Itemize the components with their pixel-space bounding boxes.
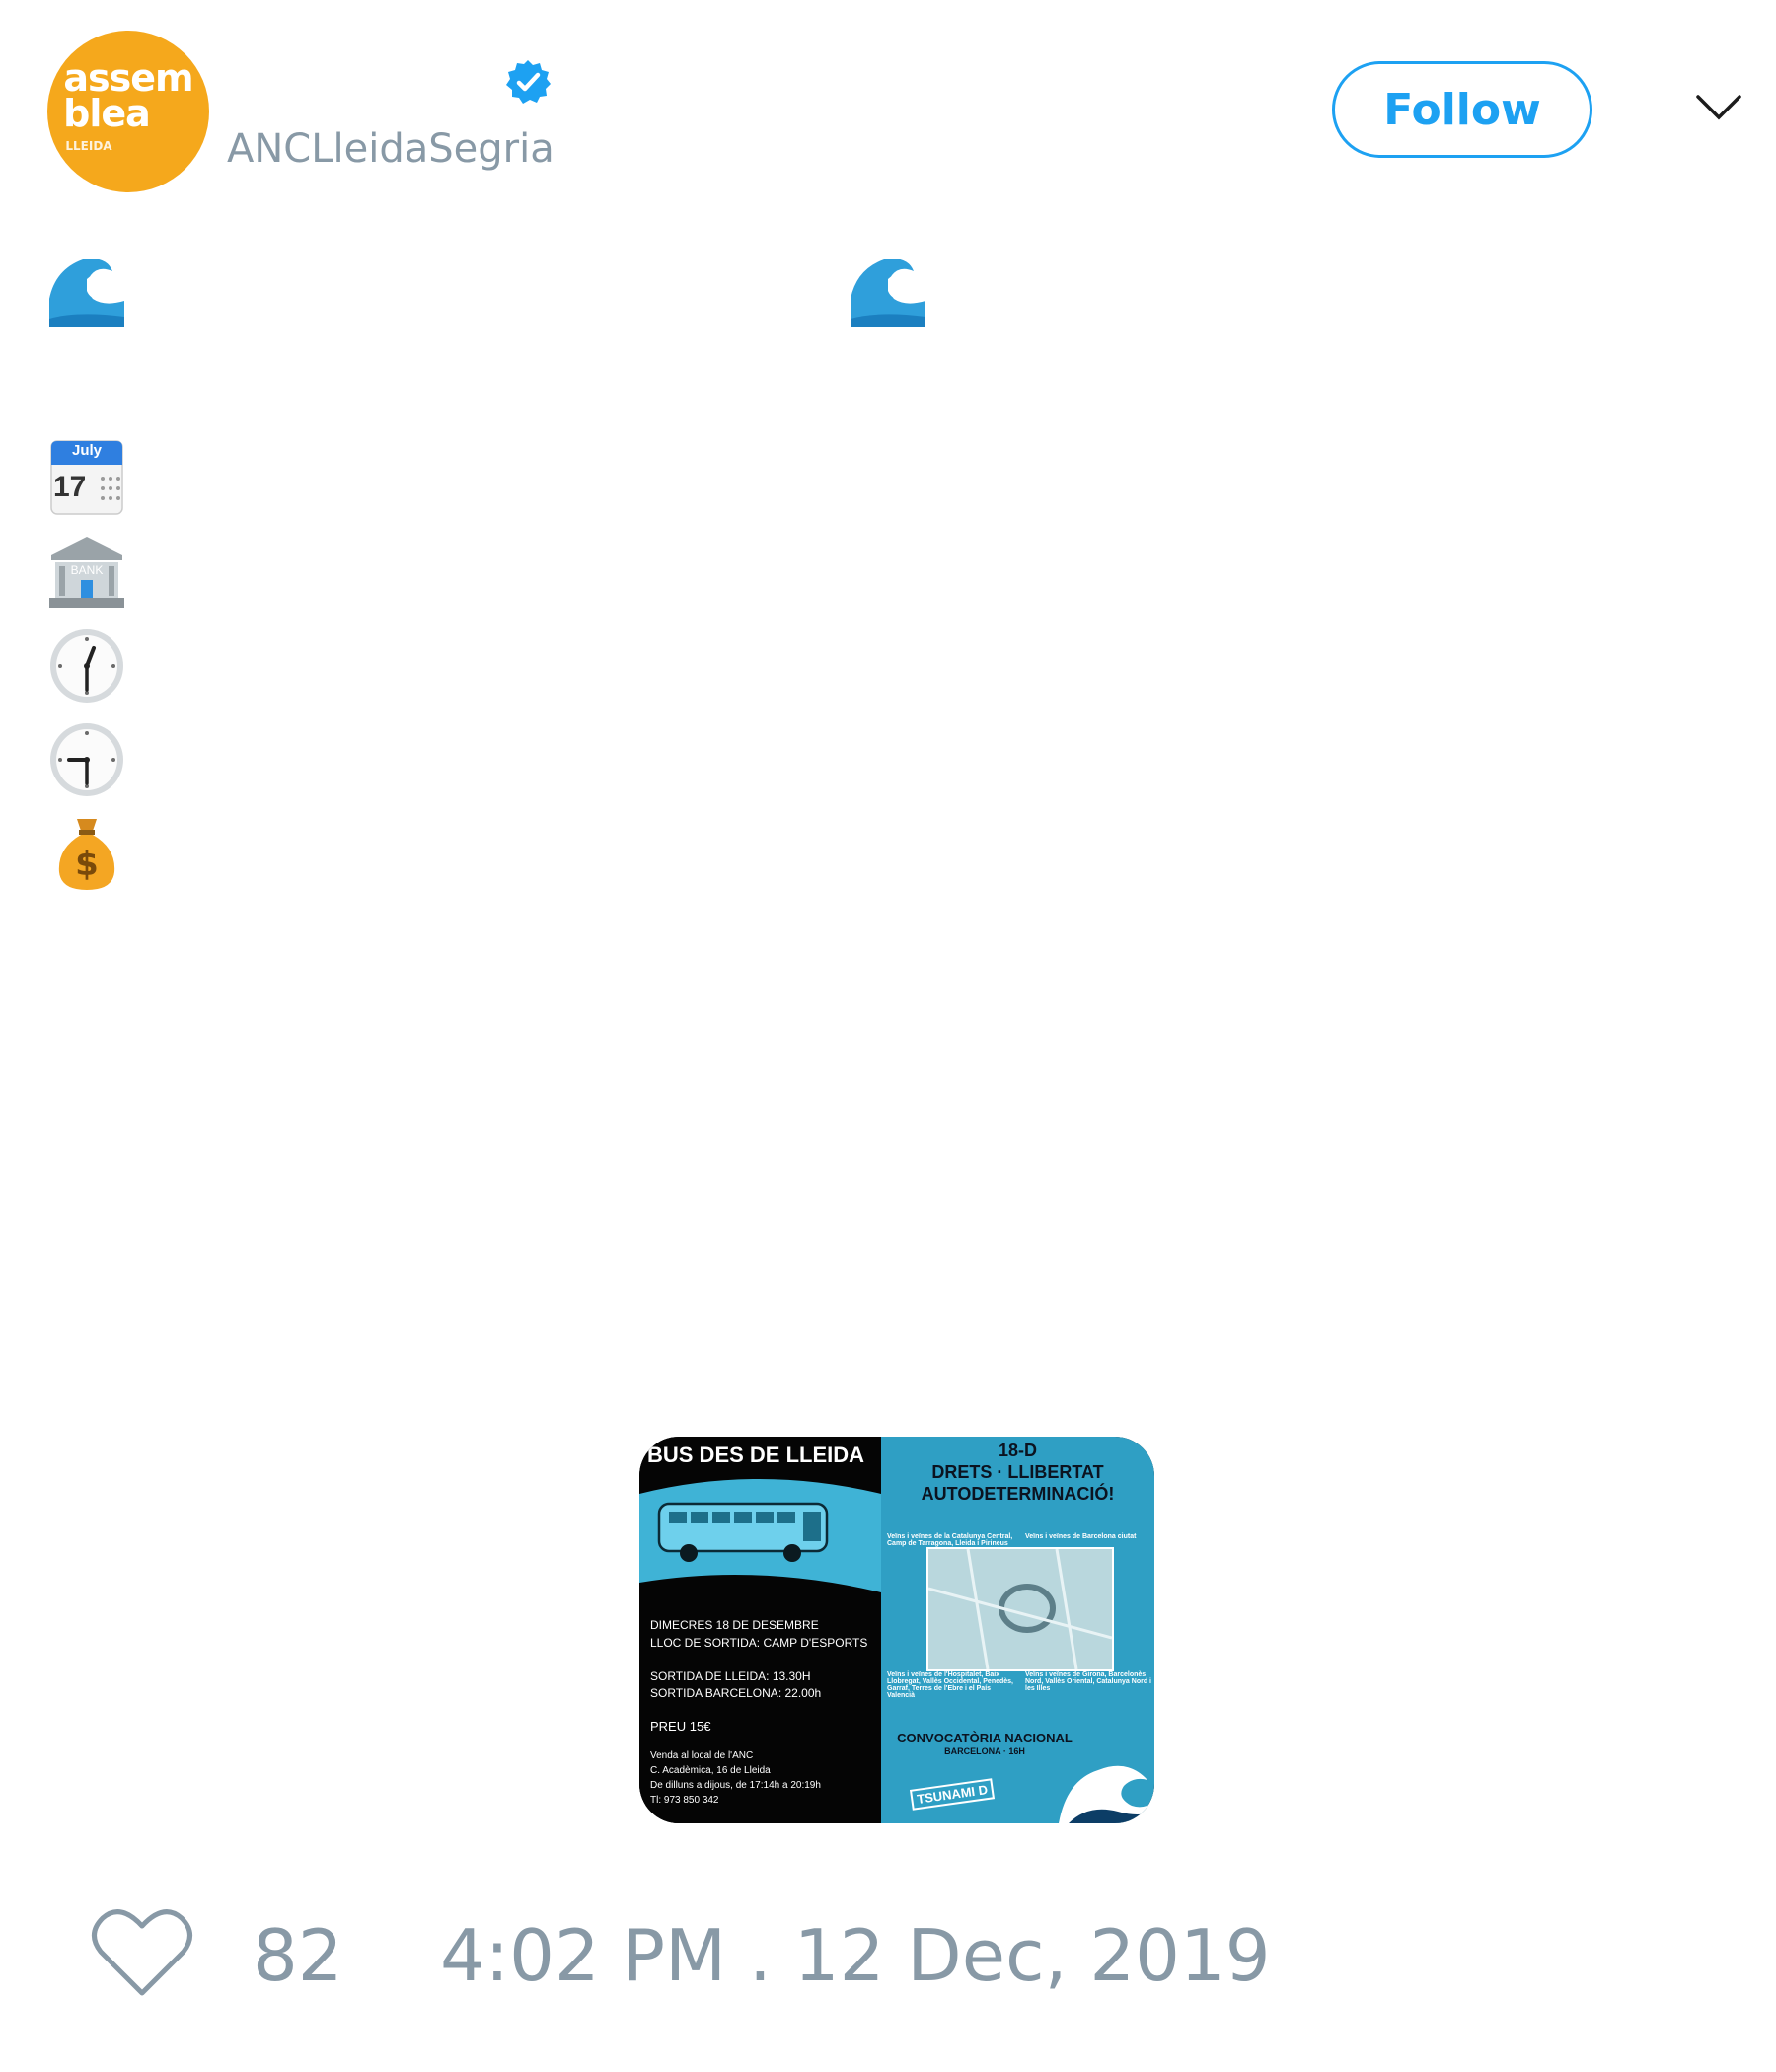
clock-nine-thirty-icon (50, 723, 123, 796)
poster-date: DIMECRES 18 DE DESEMBRE (650, 1618, 819, 1632)
route-map (926, 1547, 1114, 1671)
poster-convocatoria: CONVOCATÒRIA NACIONAL (897, 1731, 1073, 1745)
poster-hours: De dilluns a dijous, de 17:14h a 20:19h (650, 1780, 821, 1791)
poster-left-panel: BUS DES DE LLEIDA DIMECRES 18 DE DESEMBR… (639, 1437, 881, 1823)
tweet-media-image[interactable]: BUS DES DE LLEIDA DIMECRES 18 DE DESEMBR… (639, 1437, 1154, 1823)
poster-headline-1: DRETS · LLIBERTAT (931, 1462, 1104, 1482)
route-note-2: Veïns i veïnes de Barcelona ciutat (1025, 1533, 1137, 1540)
poster-right-panel: 18-D DRETS · LLIBERTAT AUTODETERMINACIÓ!… (881, 1437, 1154, 1823)
verified-badge-icon (506, 60, 551, 104)
route-map-graphic (927, 1548, 1113, 1670)
route-note-1: Veïns i veïnes de la Catalunya Central, … (887, 1533, 1013, 1547)
poster-headline-2: AUTODETERMINACIÓ! (921, 1484, 1115, 1504)
poster-convocatoria-sub: BARCELONA · 16H (944, 1746, 1025, 1756)
tweet-card: assem blea LLEIDA ANCLleidaSegria Follow (0, 0, 1776, 2072)
route-note-3: Veïns i veïnes de l'Hospitalet, Baix Llo… (887, 1671, 1013, 1699)
author-handle[interactable]: ANCLleidaSegria (227, 126, 555, 172)
avatar-logo-line-3: LLEIDA (65, 139, 112, 153)
water-wave-icon (49, 252, 124, 327)
calendar-day: 17 (53, 471, 87, 503)
route-note-4: Veïns i veïnes de Girona, Barcelonès Nor… (1025, 1671, 1151, 1692)
bank-label: BANK (70, 563, 104, 577)
avatar[interactable]: assem blea LLEIDA (47, 31, 209, 192)
clock-one-thirty-icon (50, 629, 123, 703)
bank-icon: BANK (47, 533, 126, 612)
poster-sales-point: Venda al local de l'ANC (650, 1750, 754, 1761)
money-bag-icon: $ (47, 815, 126, 894)
poster-brand: TSUNAMI D (909, 1778, 996, 1811)
poster-price: PREU 15€ (650, 1719, 711, 1734)
tweet-timestamp[interactable]: 4:02 PM . 12 Dec, 2019 (440, 1914, 1271, 1997)
poster-departure-barcelona: SORTIDA BARCELONA: 22.00h (650, 1686, 822, 1700)
calendar-month: July (71, 442, 102, 459)
tsunami-wave-graphic (1059, 1765, 1154, 1823)
poster-phone: Tl: 973 850 342 (650, 1795, 719, 1806)
poster-date-headline: 18-D (998, 1441, 1037, 1460)
poster-title: BUS DES DE LLEIDA (647, 1443, 865, 1467)
poster-departure-lleida: SORTIDA DE LLEIDA: 13.30H (650, 1669, 811, 1683)
chevron-down-icon[interactable] (1695, 93, 1742, 122)
poster-wave-band (639, 1479, 881, 1592)
money-bag-symbol: $ (75, 845, 99, 884)
poster-address: C. Acadèmica, 16 de Lleida (650, 1765, 771, 1776)
poster-departure-place: LLOC DE SORTIDA: CAMP D'ESPORTS (650, 1636, 868, 1650)
like-heart-icon[interactable] (91, 1904, 193, 1999)
follow-button[interactable]: Follow (1332, 61, 1592, 158)
calendar-icon: July 17 (47, 437, 126, 516)
water-wave-icon (851, 252, 925, 327)
avatar-logo-line-2: blea (63, 92, 151, 135)
like-count: 82 (253, 1914, 343, 1997)
